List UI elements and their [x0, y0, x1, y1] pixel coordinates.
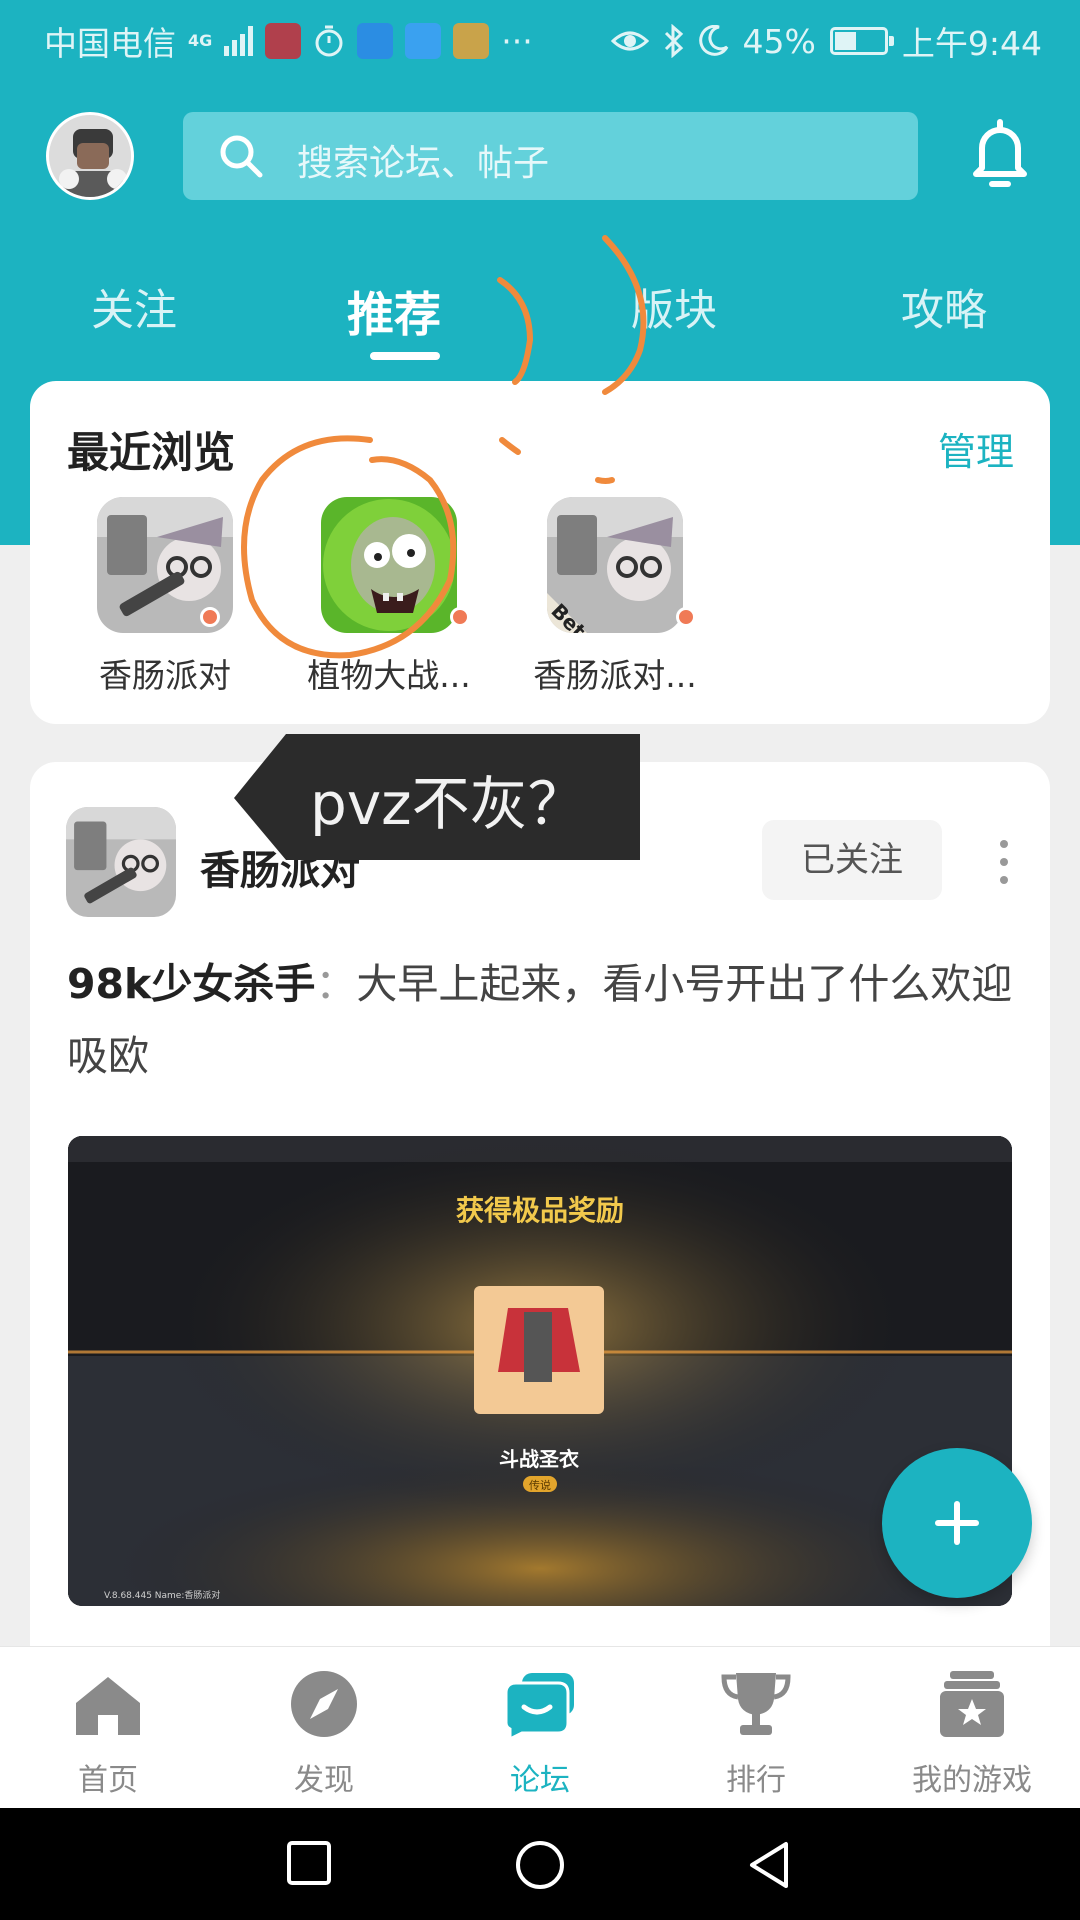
- game-name: 植物大战...: [307, 656, 471, 695]
- tab-boards[interactable]: 版块: [584, 276, 764, 338]
- bluetooth-icon: [664, 24, 683, 58]
- more-notifications: ···: [501, 21, 533, 61]
- my-games-icon: [940, 1671, 1004, 1737]
- tab-recommend[interactable]: 推荐: [304, 276, 484, 360]
- more-options-icon[interactable]: [998, 840, 1010, 884]
- forum-tabs: 关注 推荐 版块 攻略: [0, 276, 1080, 366]
- new-badge-dot: [450, 607, 470, 627]
- game-version: V.8.68.445 Name:香肠派对: [104, 1589, 220, 1601]
- carrier-name: 中国电信: [44, 24, 176, 63]
- search-icon: [220, 135, 263, 178]
- user-avatar[interactable]: [46, 112, 134, 200]
- nav-label: 论坛: [510, 1763, 570, 1798]
- tab-label: 关注: [91, 286, 177, 336]
- reward-item-name: 斗战圣衣: [499, 1447, 579, 1471]
- battery-icon: [829, 27, 894, 55]
- recent-apps-icon[interactable]: [284, 1838, 334, 1888]
- nav-forum[interactable]: 论坛: [432, 1669, 648, 1799]
- post-text[interactable]: 98k少女杀手：大早上起来，看小号开出了什么欢迎吸欧: [67, 948, 1017, 1092]
- nav-label: 发现: [294, 1763, 354, 1798]
- network-type: 4G: [188, 31, 213, 50]
- back-icon[interactable]: [744, 1838, 794, 1892]
- reward-title: 获得极品奖励: [456, 1194, 624, 1227]
- signal-icon: [224, 26, 254, 56]
- tab-label: 推荐: [347, 288, 441, 343]
- post-image[interactable]: 斗战圣衣 传说 获得极品奖励 V.8.68.445 Name:香肠派对: [68, 1136, 1012, 1606]
- bird-app-icon: [357, 23, 394, 59]
- forum-icon: [504, 1673, 574, 1742]
- new-badge-dot: [676, 607, 696, 627]
- active-tab-indicator: [370, 352, 440, 360]
- plants-vs-zombies-icon: [321, 497, 457, 633]
- nav-home[interactable]: 首页: [0, 1669, 216, 1799]
- nav-label: 我的游戏: [912, 1763, 1032, 1798]
- create-post-button[interactable]: [882, 1448, 1032, 1598]
- sausage-party-beta-icon: Beta: [547, 497, 683, 633]
- tab-label: 版块: [631, 286, 717, 336]
- stopwatch-icon: [315, 25, 343, 57]
- reward-rarity: 传说: [529, 1478, 551, 1492]
- nav-label: 首页: [78, 1763, 138, 1798]
- tab-label: 攻略: [901, 286, 987, 336]
- post-author[interactable]: 98k少女杀手: [67, 960, 315, 1008]
- compass-icon: [291, 1671, 357, 1737]
- recent-game-item[interactable]: Beta 香肠派对...: [520, 497, 710, 697]
- tab-guides[interactable]: 攻略: [854, 276, 1034, 338]
- bell-icon[interactable]: [970, 118, 1030, 192]
- new-badge-dot: [200, 607, 220, 627]
- home-button-icon[interactable]: [513, 1838, 567, 1892]
- recent-browse-card: 最近浏览 管理 香肠派对 植物大战... Beta 香肠派对...: [30, 381, 1050, 724]
- battery-percent: 45%: [742, 21, 816, 61]
- eye-icon: [610, 31, 649, 51]
- recent-game-item[interactable]: 植物大战...: [294, 497, 484, 697]
- tooltip-text: pvz不灰？: [310, 770, 586, 838]
- annotation-tooltip: pvz不灰？: [234, 734, 640, 860]
- system-navigation-bar: [0, 1808, 1080, 1920]
- nav-ranking[interactable]: 排行: [648, 1669, 864, 1799]
- search-input[interactable]: 搜索论坛、帖子: [183, 112, 918, 200]
- moon-icon: [698, 25, 728, 56]
- status-bar: 中国电信 4G ··· 45% 上午9:44: [0, 0, 1080, 74]
- microphone-app-icon: [265, 23, 302, 59]
- bottom-navigation: 首页 发现 论坛 排行 我的游戏: [0, 1646, 1080, 1808]
- search-placeholder: 搜索论坛、帖子: [297, 143, 550, 184]
- nav-my-games[interactable]: 我的游戏: [864, 1669, 1080, 1799]
- sausage-party-icon[interactable]: [66, 807, 176, 917]
- trophy-icon: [721, 1673, 791, 1735]
- baidu-app-icon: [405, 23, 442, 59]
- play-app-icon: [453, 23, 490, 59]
- manage-button[interactable]: 管理: [938, 421, 1014, 476]
- followed-button[interactable]: 已关注: [762, 820, 942, 900]
- clock: 上午9:44: [901, 24, 1042, 63]
- nav-label: 排行: [726, 1763, 786, 1798]
- recent-title: 最近浏览: [67, 428, 236, 477]
- recent-game-item[interactable]: 香肠派对: [70, 497, 260, 697]
- game-name: 香肠派对: [99, 656, 231, 695]
- nav-discover[interactable]: 发现: [216, 1669, 432, 1799]
- author-separator: ：: [315, 960, 357, 1008]
- home-icon: [76, 1677, 140, 1735]
- tab-follow[interactable]: 关注: [44, 276, 224, 338]
- game-name: 香肠派对...: [533, 656, 697, 695]
